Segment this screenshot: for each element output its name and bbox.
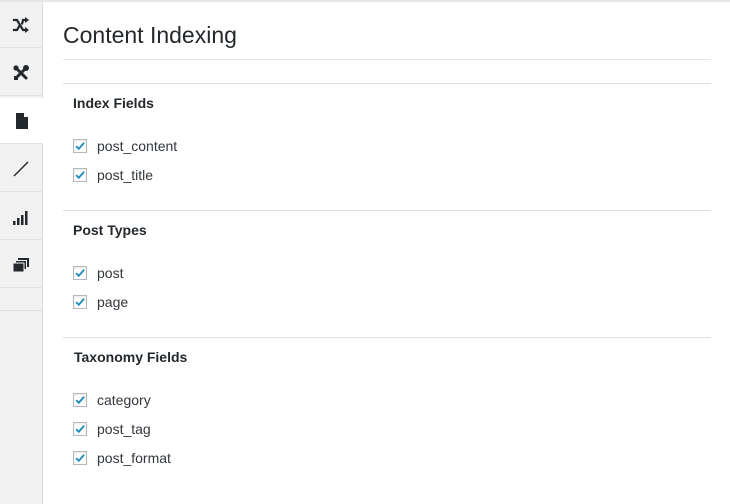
checkbox-post[interactable] (73, 266, 87, 280)
signal-bars-icon (12, 208, 30, 226)
sidebar-item-shuffle[interactable] (0, 2, 42, 48)
top-border (0, 0, 730, 2)
sidebar-item-tools[interactable] (0, 50, 42, 96)
option-post-content[interactable]: post_content (73, 137, 177, 155)
section-heading-taxonomy-fields: Taxonomy Fields (74, 349, 188, 365)
section-divider (63, 83, 711, 84)
option-label: post_tag (97, 421, 151, 437)
option-label: post_content (97, 138, 178, 154)
option-label: post_format (97, 450, 171, 466)
option-label: post_title (97, 167, 154, 183)
option-post-format[interactable]: post_format (73, 449, 171, 467)
page-icon (13, 112, 31, 130)
option-category[interactable]: category (73, 391, 151, 409)
sidebar-item-line[interactable] (0, 146, 42, 192)
sidebar-item-signal[interactable] (0, 194, 42, 240)
checkbox-category[interactable] (73, 393, 87, 407)
option-page[interactable]: page (73, 293, 128, 311)
option-post[interactable]: post (73, 264, 123, 282)
tools-icon (12, 64, 30, 82)
checkbox-post-content[interactable] (73, 139, 87, 153)
option-post-title[interactable]: post_title (73, 166, 153, 184)
sidebar (0, 2, 43, 504)
checkbox-page[interactable] (73, 295, 87, 309)
stacked-windows-icon (12, 256, 30, 274)
section-divider (63, 210, 711, 211)
checkbox-post-title[interactable] (73, 168, 87, 182)
option-label: category (97, 392, 151, 408)
sidebar-divider (0, 310, 42, 311)
section-divider (63, 337, 711, 338)
line-icon (12, 160, 30, 178)
sidebar-item-page[interactable] (0, 98, 43, 144)
section-heading-post-types: Post Types (73, 222, 147, 238)
sidebar-item-windows[interactable] (0, 242, 42, 288)
option-label: page (97, 294, 129, 310)
option-label: post (97, 265, 124, 281)
page-title: Content Indexing (63, 22, 237, 48)
title-divider (63, 59, 711, 60)
checkbox-post-format[interactable] (73, 451, 87, 465)
checkbox-post-tag[interactable] (73, 422, 87, 436)
shuffle-icon (12, 16, 30, 34)
section-heading-index-fields: Index Fields (73, 95, 154, 111)
option-post-tag[interactable]: post_tag (73, 420, 151, 438)
